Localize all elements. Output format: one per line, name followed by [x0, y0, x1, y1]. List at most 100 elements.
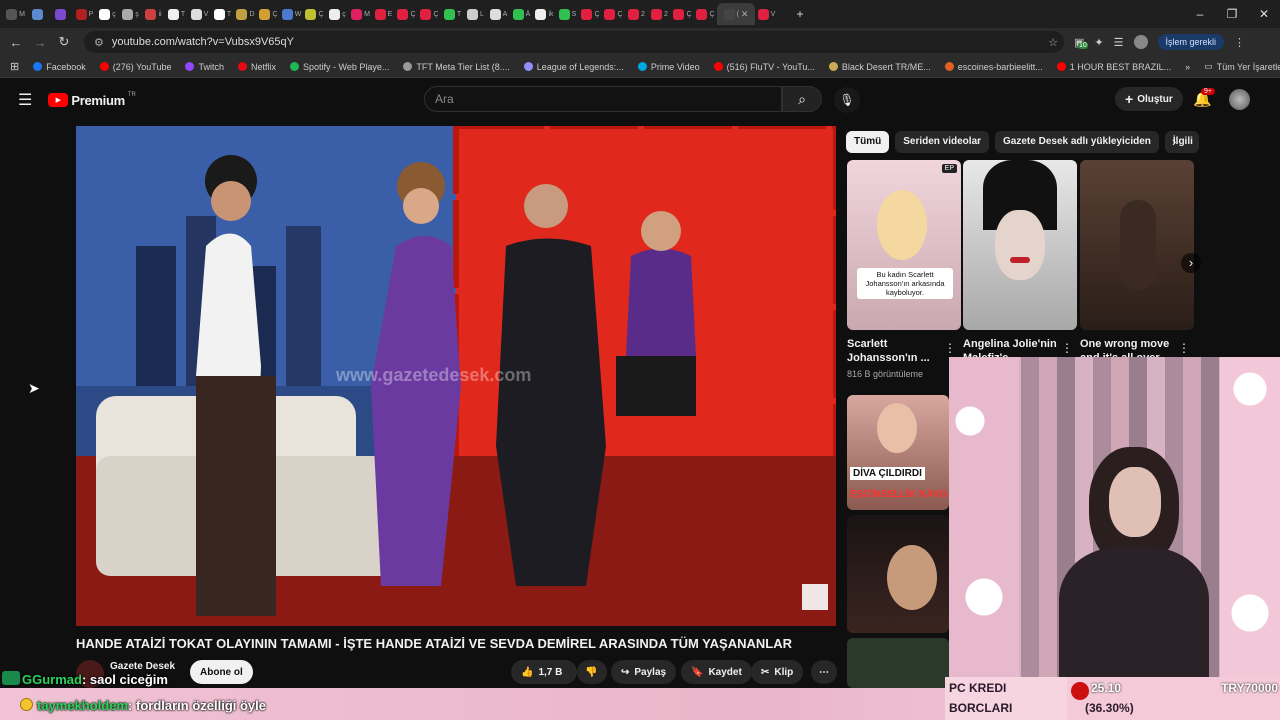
related-video-thumbnail-3[interactable]: [847, 638, 949, 688]
bookmark-item[interactable]: League of Legends:...: [523, 62, 624, 72]
tab-title: ç: [112, 10, 116, 18]
related-video-thumbnail-2[interactable]: [847, 515, 949, 633]
like-button[interactable]: 👍 1,7 B: [511, 660, 577, 684]
shorts-next-icon[interactable]: ›: [1181, 253, 1201, 273]
browser-tab[interactable]: [27, 3, 50, 25]
subscribe-button[interactable]: Abone ol: [190, 660, 253, 684]
search-input[interactable]: Ara: [424, 86, 782, 112]
browser-tab[interactable]: ş: [119, 3, 142, 25]
browser-tab[interactable]: Ç: [257, 3, 280, 25]
browser-tab[interactable]: [50, 3, 73, 25]
browser-tab[interactable]: 2: [648, 3, 671, 25]
browser-tab[interactable]: Ç: [418, 3, 441, 25]
browser-tab[interactable]: Ç: [694, 3, 717, 25]
browser-tab[interactable]: S: [556, 3, 579, 25]
short-title-3[interactable]: One wrong move and it's all over ...: [1080, 337, 1175, 357]
voice-search-button[interactable]: 🎙: [834, 87, 860, 113]
bookmark-item[interactable]: TFT Meta Tier List (8....: [403, 62, 510, 72]
browser-tab[interactable]: L: [464, 3, 487, 25]
chips-next-icon[interactable]: ›: [1172, 134, 1176, 149]
browser-tab[interactable]: T: [211, 3, 234, 25]
browser-tab[interactable]: M: [4, 3, 27, 25]
save-button[interactable]: 🔖 Kaydet: [681, 660, 752, 684]
new-tab-button[interactable]: +: [784, 7, 816, 21]
all-bookmarks-folder[interactable]: ▭Tüm Yer İşaretleri: [1204, 61, 1280, 72]
youtube-logo[interactable]: ▶ Premium TR: [48, 92, 136, 108]
maximize-button[interactable]: ❐: [1216, 7, 1248, 21]
browser-tab[interactable]: T: [165, 3, 188, 25]
dislike-button[interactable]: 👎: [577, 660, 607, 684]
browser-tab[interactable]: T: [441, 3, 464, 25]
browser-tab[interactable]: Ç: [303, 3, 326, 25]
more-actions-button[interactable]: ⋯: [811, 660, 837, 684]
browser-tab[interactable]: E: [372, 3, 395, 25]
menu-dots-icon[interactable]: ⋮: [1234, 36, 1245, 49]
search-button[interactable]: ⌕: [782, 86, 822, 112]
browser-tab[interactable]: V: [188, 3, 211, 25]
minimize-button[interactable]: –: [1184, 7, 1216, 21]
filter-chip[interactable]: Seriden videolar: [895, 131, 990, 153]
browser-tab[interactable]: Ç: [671, 3, 694, 25]
back-button[interactable]: ←: [4, 35, 28, 50]
site-info-icon[interactable]: ⚙: [94, 36, 104, 49]
bookmark-item[interactable]: Black Desert TR/ME...: [828, 62, 931, 72]
short-title-2[interactable]: Angelina Jolie'nin Malefiz'e ...: [963, 337, 1058, 357]
browser-tab[interactable]: ii: [142, 3, 165, 25]
bookmarks-more-icon[interactable]: »: [1185, 62, 1190, 72]
short-3-menu-icon[interactable]: ⋮: [1178, 341, 1190, 355]
bookmark-item[interactable]: (516) FluTV - YouTu...: [713, 62, 815, 72]
browser-tab[interactable]: A: [487, 3, 510, 25]
short-2-menu-icon[interactable]: ⋮: [1061, 341, 1073, 355]
bookmark-item[interactable]: 1 HOUR BEST BRAZIL...: [1056, 62, 1171, 72]
bookmark-item[interactable]: Twitch: [185, 62, 224, 72]
related-video-thumbnail-1[interactable]: DİVA ÇILDIRDI EŞCİNSELLİK KAVG: [847, 395, 949, 510]
forward-button[interactable]: →: [28, 35, 52, 50]
bookmark-item[interactable]: Spotify - Web Playe...: [290, 62, 389, 72]
extensions-puzzle-icon[interactable]: ✦: [1094, 36, 1103, 49]
browser-tab[interactable]: V: [755, 3, 778, 25]
short-1-menu-icon[interactable]: ⋮: [944, 341, 956, 355]
clip-button[interactable]: ✂ Klip: [751, 660, 804, 684]
bookmark-item[interactable]: Prime Video: [637, 62, 700, 72]
extension-icon[interactable]: ▣10: [1074, 36, 1088, 49]
apps-grid-icon[interactable]: ⊞: [10, 60, 19, 73]
browser-tab[interactable]: Ç: [395, 3, 418, 25]
browser-tab-active[interactable]: (✕: [717, 3, 755, 25]
action-required-button[interactable]: İşlem gerekli: [1157, 34, 1225, 50]
hamburger-menu-icon[interactable]: ☰: [18, 90, 32, 110]
browser-tab[interactable]: Ç: [579, 3, 602, 25]
bookmark-item[interactable]: escoines-barbieelitt...: [944, 62, 1043, 72]
reading-list-icon[interactable]: ☰: [1114, 36, 1124, 49]
reload-button[interactable]: ↻: [52, 34, 76, 50]
video-player[interactable]: www.gazetedesek.com: [76, 126, 836, 626]
short-title-1[interactable]: Scarlett Johansson'ın ...: [847, 337, 942, 365]
browser-tab[interactable]: Ç: [602, 3, 625, 25]
short-thumbnail-2[interactable]: [963, 160, 1077, 330]
filter-chip[interactable]: Gazete Desek adlı yükleyiciden: [995, 131, 1159, 153]
channel-name[interactable]: Gazete Desek: [110, 661, 175, 672]
close-tab-icon[interactable]: ✕: [741, 9, 749, 20]
create-button[interactable]: + Oluştur: [1115, 87, 1183, 111]
filter-chip[interactable]: Tümü: [846, 131, 890, 153]
share-button[interactable]: ↪ Paylaş: [611, 660, 677, 684]
bookmark-item[interactable]: (276) YouTube: [99, 62, 171, 72]
bookmark-item[interactable]: Facebook: [33, 62, 86, 72]
browser-tab[interactable]: P: [73, 3, 96, 25]
profile-avatar[interactable]: [1133, 35, 1148, 49]
close-window-button[interactable]: ✕: [1248, 7, 1280, 21]
browser-tab[interactable]: ç: [326, 3, 349, 25]
bookmark-item[interactable]: Netflix: [237, 62, 276, 72]
browser-tab[interactable]: D: [234, 3, 257, 25]
filter-chip[interactable]: İlgili: [1164, 131, 1199, 153]
bookmark-star-icon[interactable]: ☆: [1048, 36, 1058, 49]
short-thumbnail-1[interactable]: EP Bu kadın Scarlett Johansson'ın arkası…: [847, 160, 961, 330]
browser-tab[interactable]: 2: [625, 3, 648, 25]
browser-tab[interactable]: ç: [96, 3, 119, 25]
browser-tab[interactable]: W: [280, 3, 303, 25]
browser-tab[interactable]: Ä: [510, 3, 533, 25]
url-bar[interactable]: ⚙ youtube.com/watch?v=Vubsx9V65qY ☆: [84, 31, 1064, 53]
account-avatar[interactable]: [1229, 89, 1250, 110]
browser-tab[interactable]: ik: [533, 3, 556, 25]
short-thumbnail-3[interactable]: [1080, 160, 1194, 330]
browser-tab[interactable]: M: [349, 3, 372, 25]
